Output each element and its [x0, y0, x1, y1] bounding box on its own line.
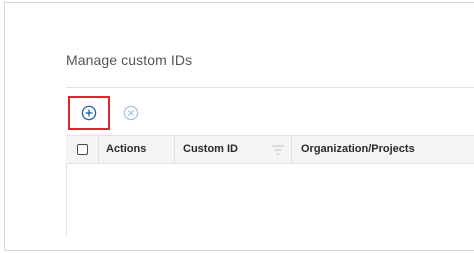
table-body-border: [66, 164, 67, 236]
column-divider: [291, 136, 292, 163]
filter-icon[interactable]: [272, 145, 284, 155]
table-header: Actions Custom ID Organization/Projects: [66, 135, 474, 164]
add-button[interactable]: [68, 96, 110, 130]
select-all-checkbox[interactable]: [77, 144, 88, 155]
column-divider: [98, 136, 99, 163]
clear-button[interactable]: [120, 100, 142, 126]
column-header-organization-projects[interactable]: Organization/Projects: [301, 143, 415, 155]
column-header-custom-id[interactable]: Custom ID: [183, 143, 238, 155]
plus-circle-icon: [81, 105, 97, 121]
page-title: Manage custom IDs: [66, 52, 193, 68]
x-circle-icon: [123, 105, 139, 121]
title-divider: [66, 87, 474, 88]
column-header-actions: Actions: [106, 143, 147, 155]
column-divider: [174, 136, 175, 163]
